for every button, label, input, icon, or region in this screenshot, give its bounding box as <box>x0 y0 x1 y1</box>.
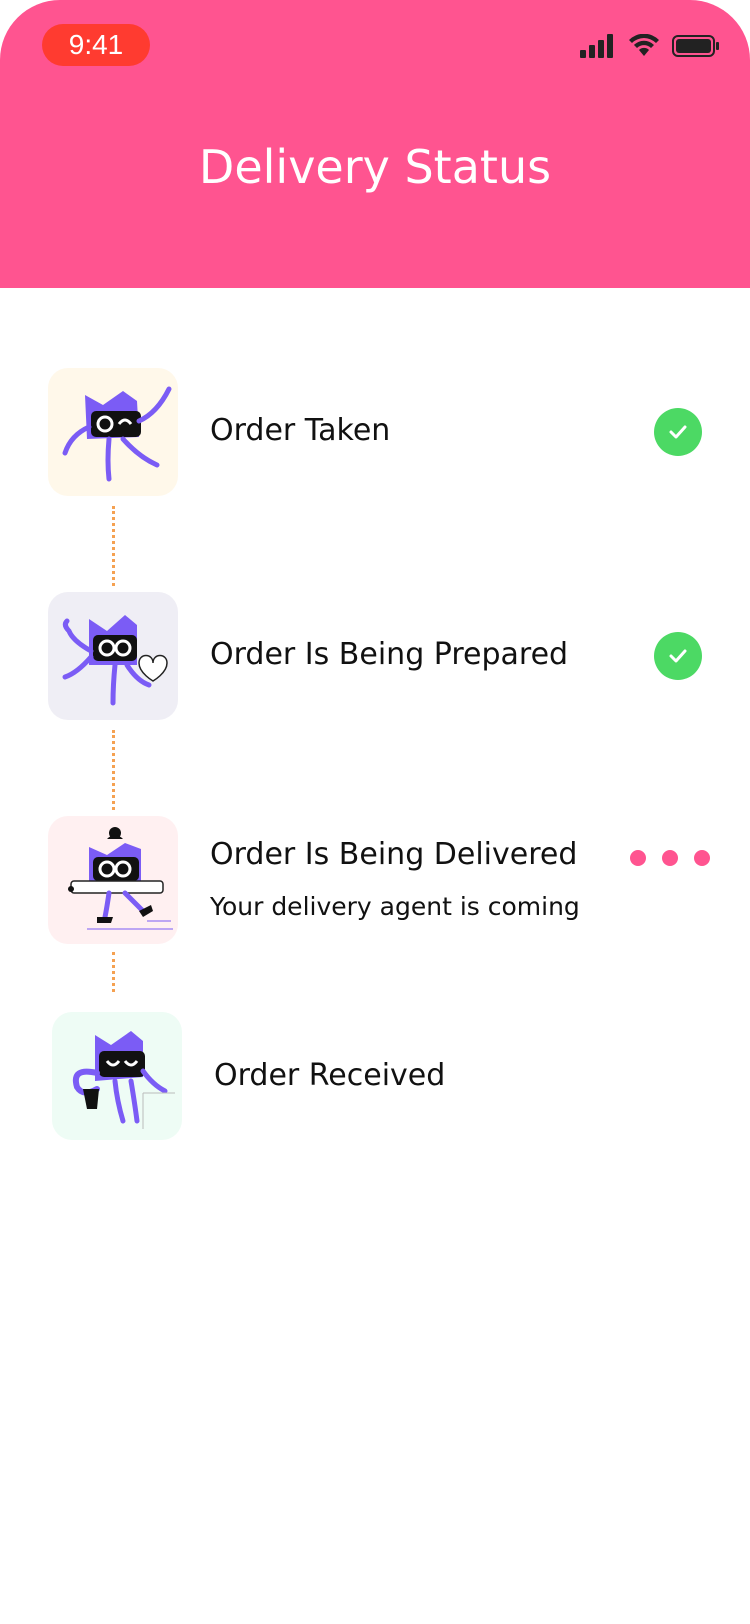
mascot-dancing-icon <box>62 386 172 482</box>
step-order-received-icon-box <box>52 1012 182 1140</box>
step-order-taken-label: Order Taken <box>210 413 391 448</box>
mascot-skating-icon <box>68 827 173 930</box>
step-order-delivered-subtitle: Your delivery agent is coming <box>210 892 580 921</box>
mascot-heart-icon <box>62 615 168 706</box>
header: 9:41 Delivery Status <box>0 0 750 288</box>
battery-icon <box>672 35 719 57</box>
in-progress-indicator <box>630 850 710 866</box>
timeline-connector <box>112 730 115 810</box>
progress-dot <box>694 850 710 866</box>
status-time: 9:41 <box>42 24 150 66</box>
step-order-received-label: Order Received <box>214 1058 446 1093</box>
progress-dot <box>662 850 678 866</box>
mascot-shopping-icon <box>73 1031 175 1129</box>
step-order-delivered-icon-box <box>48 816 178 944</box>
status-icons <box>580 34 720 58</box>
signal-icon <box>580 34 613 58</box>
step-order-delivered-label: Order Is Being Delivered <box>210 837 578 872</box>
wifi-icon <box>629 34 659 56</box>
timeline-connector <box>112 506 115 586</box>
check-icon <box>654 408 702 456</box>
step-order-taken-icon-box <box>48 368 178 496</box>
step-order-prepared-label: Order Is Being Prepared <box>210 637 569 672</box>
timeline-connector <box>112 952 115 992</box>
progress-dot <box>630 850 646 866</box>
page-title: Delivery Status <box>198 140 552 194</box>
check-icon <box>654 632 702 680</box>
step-order-prepared-icon-box <box>48 592 178 720</box>
phone-screen: 9:41 Delivery Status Order Taken Order I… <box>0 0 750 1624</box>
